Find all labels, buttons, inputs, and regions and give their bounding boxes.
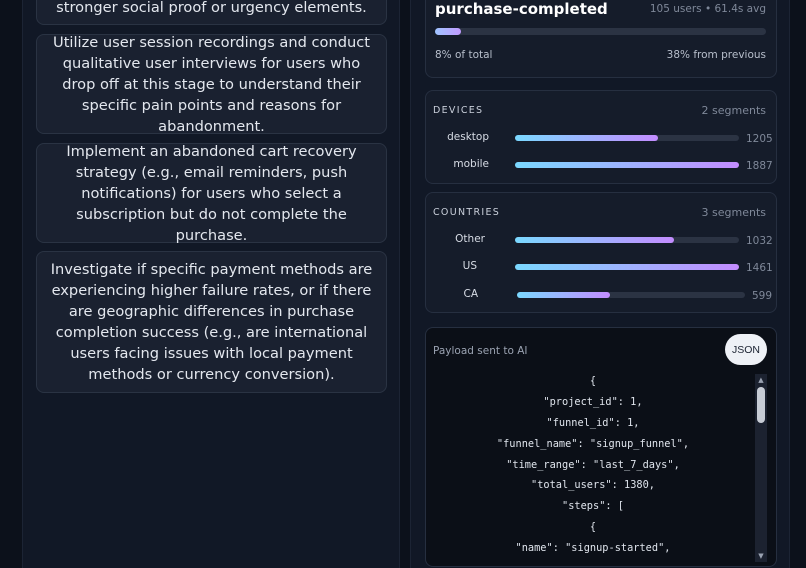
recommendations-panel: stronger social proof or urgency element… xyxy=(22,0,400,568)
segment-track xyxy=(517,292,745,298)
step-meta: 105 users • 61.4s avg xyxy=(649,3,766,15)
segment-fill xyxy=(515,264,739,270)
segment-fill xyxy=(515,162,739,168)
code-line: "steps": [ xyxy=(562,500,624,513)
segment-value: 1887 xyxy=(746,160,773,172)
segment-track xyxy=(515,162,739,168)
recommendation-text: Investigate if specific payment methods … xyxy=(50,261,373,383)
code-line: "funnel_id": 1, xyxy=(546,416,640,429)
step-name: purchase-completed xyxy=(435,0,608,18)
recommendation-text: Implement an abandoned cart recovery str… xyxy=(66,142,357,244)
segment-fill xyxy=(515,237,675,243)
devices-segment-count: 2 segments xyxy=(701,104,766,117)
devices-card: DEVICES 2 segments desktop 1205 mobile 1… xyxy=(425,90,777,184)
code-line: "total_users": 1380, xyxy=(531,479,655,492)
code-line: { xyxy=(589,521,597,534)
segment-label: desktop xyxy=(447,131,489,143)
code-line: "name": "signup-started", xyxy=(515,542,671,555)
recommendation-card: stronger social proof or urgency element… xyxy=(36,0,387,25)
segment-track xyxy=(515,135,739,141)
code-line: "project_id": 1, xyxy=(543,395,643,408)
recommendation-card: Investigate if specific payment methods … xyxy=(36,251,387,393)
payload-card: Payload sent to AI JSON { "project_id": 1… xyxy=(425,327,777,567)
countries-card: COUNTRIES 3 segments Other 1032 US 1461 … xyxy=(425,192,777,313)
step-details-panel: purchase-completed 105 users • 61.4s avg… xyxy=(410,0,790,568)
segment-value: 1461 xyxy=(746,262,773,274)
payload-code-view[interactable]: { "project_id": 1, "funnel_id": 1, "funnel_… xyxy=(434,371,752,566)
segment-label: Other xyxy=(455,233,485,245)
code-line: { xyxy=(589,375,597,387)
step-progress-track xyxy=(435,28,766,35)
pct-from-previous: 38% from previous xyxy=(666,49,766,61)
segment-label: mobile xyxy=(453,158,489,170)
step-summary-card: purchase-completed 105 users • 61.4s avg… xyxy=(425,0,777,78)
countries-segment-count: 3 segments xyxy=(701,206,766,219)
segment-fill xyxy=(517,292,611,298)
devices-heading: DEVICES xyxy=(433,105,484,116)
segment-value: 599 xyxy=(752,290,773,302)
segment-track xyxy=(515,237,739,243)
recommendation-card: Utilize user session recordings and cond… xyxy=(36,33,387,135)
scroll-up-arrow-icon[interactable]: ▲ xyxy=(755,374,767,386)
countries-heading: COUNTRIES xyxy=(433,207,501,218)
code-line: "time_range": "last_7_days", xyxy=(506,458,680,471)
payload-label: Payload sent to AI xyxy=(433,345,528,357)
segment-value: 1205 xyxy=(746,133,773,145)
recommendation-text: Utilize user session recordings and cond… xyxy=(53,33,370,135)
segment-label: US xyxy=(462,260,477,272)
code-line: "funnel_name": "signup_funnel", xyxy=(496,437,690,450)
recommendation-card: Implement an abandoned cart recovery str… xyxy=(36,142,387,244)
scroll-thumb[interactable] xyxy=(757,387,765,423)
pct-of-total: 8% of total xyxy=(435,49,493,61)
segment-track xyxy=(515,264,739,270)
segment-fill xyxy=(515,135,659,141)
segment-value: 1032 xyxy=(746,235,773,247)
scroll-down-arrow-icon[interactable]: ▼ xyxy=(755,550,767,562)
json-toggle-button[interactable]: JSON xyxy=(725,334,767,365)
segment-label: CA xyxy=(463,288,478,300)
step-progress-fill xyxy=(435,28,462,35)
payload-scrollbar[interactable]: ▲ ▼ xyxy=(755,374,767,562)
recommendation-text: stronger social proof or urgency element… xyxy=(56,0,367,16)
